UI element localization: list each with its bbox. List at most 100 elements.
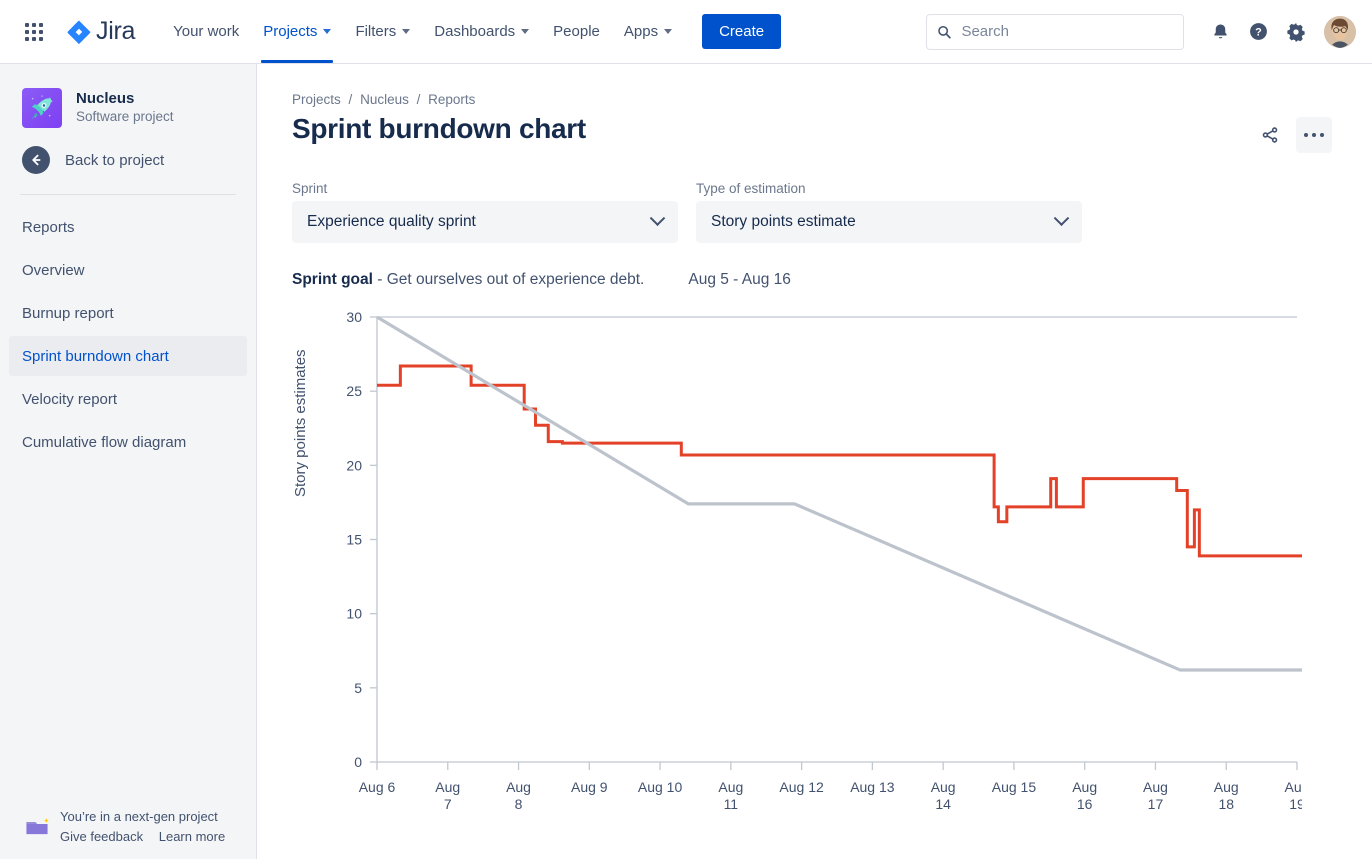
report-filters: Sprint Experience quality sprint Type of… — [292, 181, 1332, 243]
x-tick-label: Aug14 — [931, 779, 956, 812]
x-tick-label: Aug 6 — [359, 779, 396, 795]
nav-label: Apps — [624, 23, 658, 40]
nav-label: Projects — [263, 23, 317, 40]
sidebar-item-reports[interactable]: Reports — [9, 207, 247, 247]
sidebar-item-label: Overview — [22, 262, 85, 279]
breadcrumb-separator: / — [417, 92, 421, 107]
x-tick-label: Aug11 — [718, 779, 743, 812]
share-icon — [1260, 125, 1280, 145]
next-gen-footer: You’re in a next-gen project Give feedba… — [0, 807, 256, 847]
help-button[interactable]: ? — [1242, 16, 1274, 48]
notifications-icon — [1211, 22, 1230, 41]
x-tick-label: Aug16 — [1072, 779, 1097, 812]
create-button[interactable]: Create — [702, 14, 781, 49]
nav-item-apps[interactable]: Apps — [612, 0, 684, 63]
nav-label: Dashboards — [434, 23, 515, 40]
y-axis-title: Story points estimates — [292, 349, 309, 497]
y-tick-label: 10 — [346, 606, 362, 622]
arrow-left-glyph — [28, 152, 44, 168]
breadcrumb-reports[interactable]: Reports — [428, 92, 475, 107]
chevron-down-icon — [650, 210, 666, 226]
burndown-chart: Story points estimates 051015202530Aug 6… — [292, 307, 1332, 837]
x-tick-label: Aug 9 — [571, 779, 608, 795]
nav-item-your-work[interactable]: Your work — [161, 0, 251, 63]
avatar-image — [1324, 16, 1356, 48]
next-gen-title: You’re in a next-gen project — [60, 807, 237, 827]
project-name: Nucleus — [76, 90, 174, 109]
share-button[interactable] — [1252, 117, 1288, 153]
chevron-down-icon — [1054, 210, 1070, 226]
breadcrumb-separator: / — [349, 92, 353, 107]
chevron-down-icon — [402, 29, 410, 34]
sidebar-item-cumulative-flow-diagram[interactable]: Cumulative flow diagram — [9, 422, 247, 462]
sprint-goal-label: Sprint goal — [292, 271, 373, 289]
help-icon: ? — [1248, 21, 1269, 42]
y-tick-label: 5 — [354, 680, 362, 696]
more-options-button[interactable] — [1296, 117, 1332, 153]
back-to-project-label: Back to project — [65, 152, 164, 169]
estimation-select[interactable]: Story points estimate — [696, 201, 1082, 243]
chevron-down-icon — [664, 29, 672, 34]
search-input[interactable] — [959, 22, 1173, 41]
sidebar-item-label: Cumulative flow diagram — [22, 434, 186, 451]
chevron-down-icon — [521, 29, 529, 34]
sidebar-item-burnup-report[interactable]: Burnup report — [9, 293, 247, 333]
sprint-filter-group: Sprint Experience quality sprint — [292, 181, 678, 243]
sprint-select-value: Experience quality sprint — [307, 213, 476, 231]
nav-item-people[interactable]: People — [541, 0, 612, 63]
back-arrow-icon — [22, 146, 50, 174]
sidebar-item-label: Burnup report — [22, 305, 114, 322]
breadcrumb-nucleus[interactable]: Nucleus — [360, 92, 409, 107]
sidebar-item-label: Velocity report — [22, 391, 117, 408]
rocket-icon — [22, 88, 62, 128]
notifications-button[interactable] — [1204, 16, 1236, 48]
learn-more-link[interactable]: Learn more — [159, 829, 225, 844]
title-row: Sprint burndown chart — [292, 113, 1332, 153]
settings-button[interactable] — [1280, 16, 1312, 48]
breadcrumb-projects[interactable]: Projects — [292, 92, 341, 107]
sprint-select[interactable]: Experience quality sprint — [292, 201, 678, 243]
user-avatar[interactable] — [1324, 16, 1356, 48]
sidebar-item-label: Sprint burndown chart — [22, 348, 169, 365]
sprint-goal-row: Sprint goal - Get ourselves out of exper… — [292, 271, 1332, 289]
x-tick-label: Aug17 — [1143, 779, 1168, 812]
search-icon — [937, 24, 951, 40]
estimation-filter-label: Type of estimation — [696, 181, 1082, 196]
page-body: Nucleus Software project Back to project… — [0, 64, 1372, 859]
nav-label: People — [553, 23, 600, 40]
y-tick-label: 30 — [346, 309, 362, 325]
x-tick-label: Aug 12 — [779, 779, 824, 795]
nav-label: Your work — [173, 23, 239, 40]
gear-icon — [1286, 22, 1306, 42]
app-switcher-button[interactable] — [18, 16, 50, 48]
sprint-goal-text: - Get ourselves out of experience debt. — [377, 271, 644, 289]
sprint-filter-label: Sprint — [292, 181, 678, 196]
x-tick-label: Aug 15 — [992, 779, 1037, 795]
back-to-project-button[interactable]: Back to project — [0, 132, 256, 188]
jira-home-logo[interactable]: Jira — [66, 17, 135, 46]
give-feedback-link[interactable]: Give feedback — [60, 829, 143, 844]
project-type: Software project — [76, 109, 174, 126]
burndown-chart-svg: 051015202530Aug 6Aug7Aug8Aug 9Aug 10Aug1… — [292, 307, 1302, 837]
y-tick-label: 0 — [354, 754, 362, 770]
breadcrumb: Projects / Nucleus / Reports — [292, 92, 1332, 107]
estimation-filter-group: Type of estimation Story points estimate — [696, 181, 1082, 243]
sidebar-item-overview[interactable]: Overview — [9, 250, 247, 290]
project-sidebar: Nucleus Software project Back to project… — [0, 64, 257, 859]
sidebar-item-sprint-burndown-chart[interactable]: Sprint burndown chart — [9, 336, 247, 376]
guideline-line — [377, 317, 1302, 670]
nav-item-filters[interactable]: Filters — [343, 0, 422, 63]
page-actions — [1252, 117, 1332, 153]
page-title: Sprint burndown chart — [292, 113, 586, 145]
search-box[interactable] — [926, 14, 1184, 50]
x-tick-label: Aug 13 — [850, 779, 895, 795]
svg-text:?: ? — [1255, 27, 1262, 39]
nav-item-dashboards[interactable]: Dashboards — [422, 0, 541, 63]
x-tick-label: Aug19 — [1285, 779, 1302, 812]
sidebar-item-velocity-report[interactable]: Velocity report — [9, 379, 247, 419]
nav-item-projects[interactable]: Projects — [251, 0, 343, 63]
project-header[interactable]: Nucleus Software project — [0, 78, 256, 132]
sidebar-divider — [20, 194, 236, 195]
jira-logo-icon — [66, 19, 92, 45]
y-tick-label: 20 — [346, 457, 362, 473]
